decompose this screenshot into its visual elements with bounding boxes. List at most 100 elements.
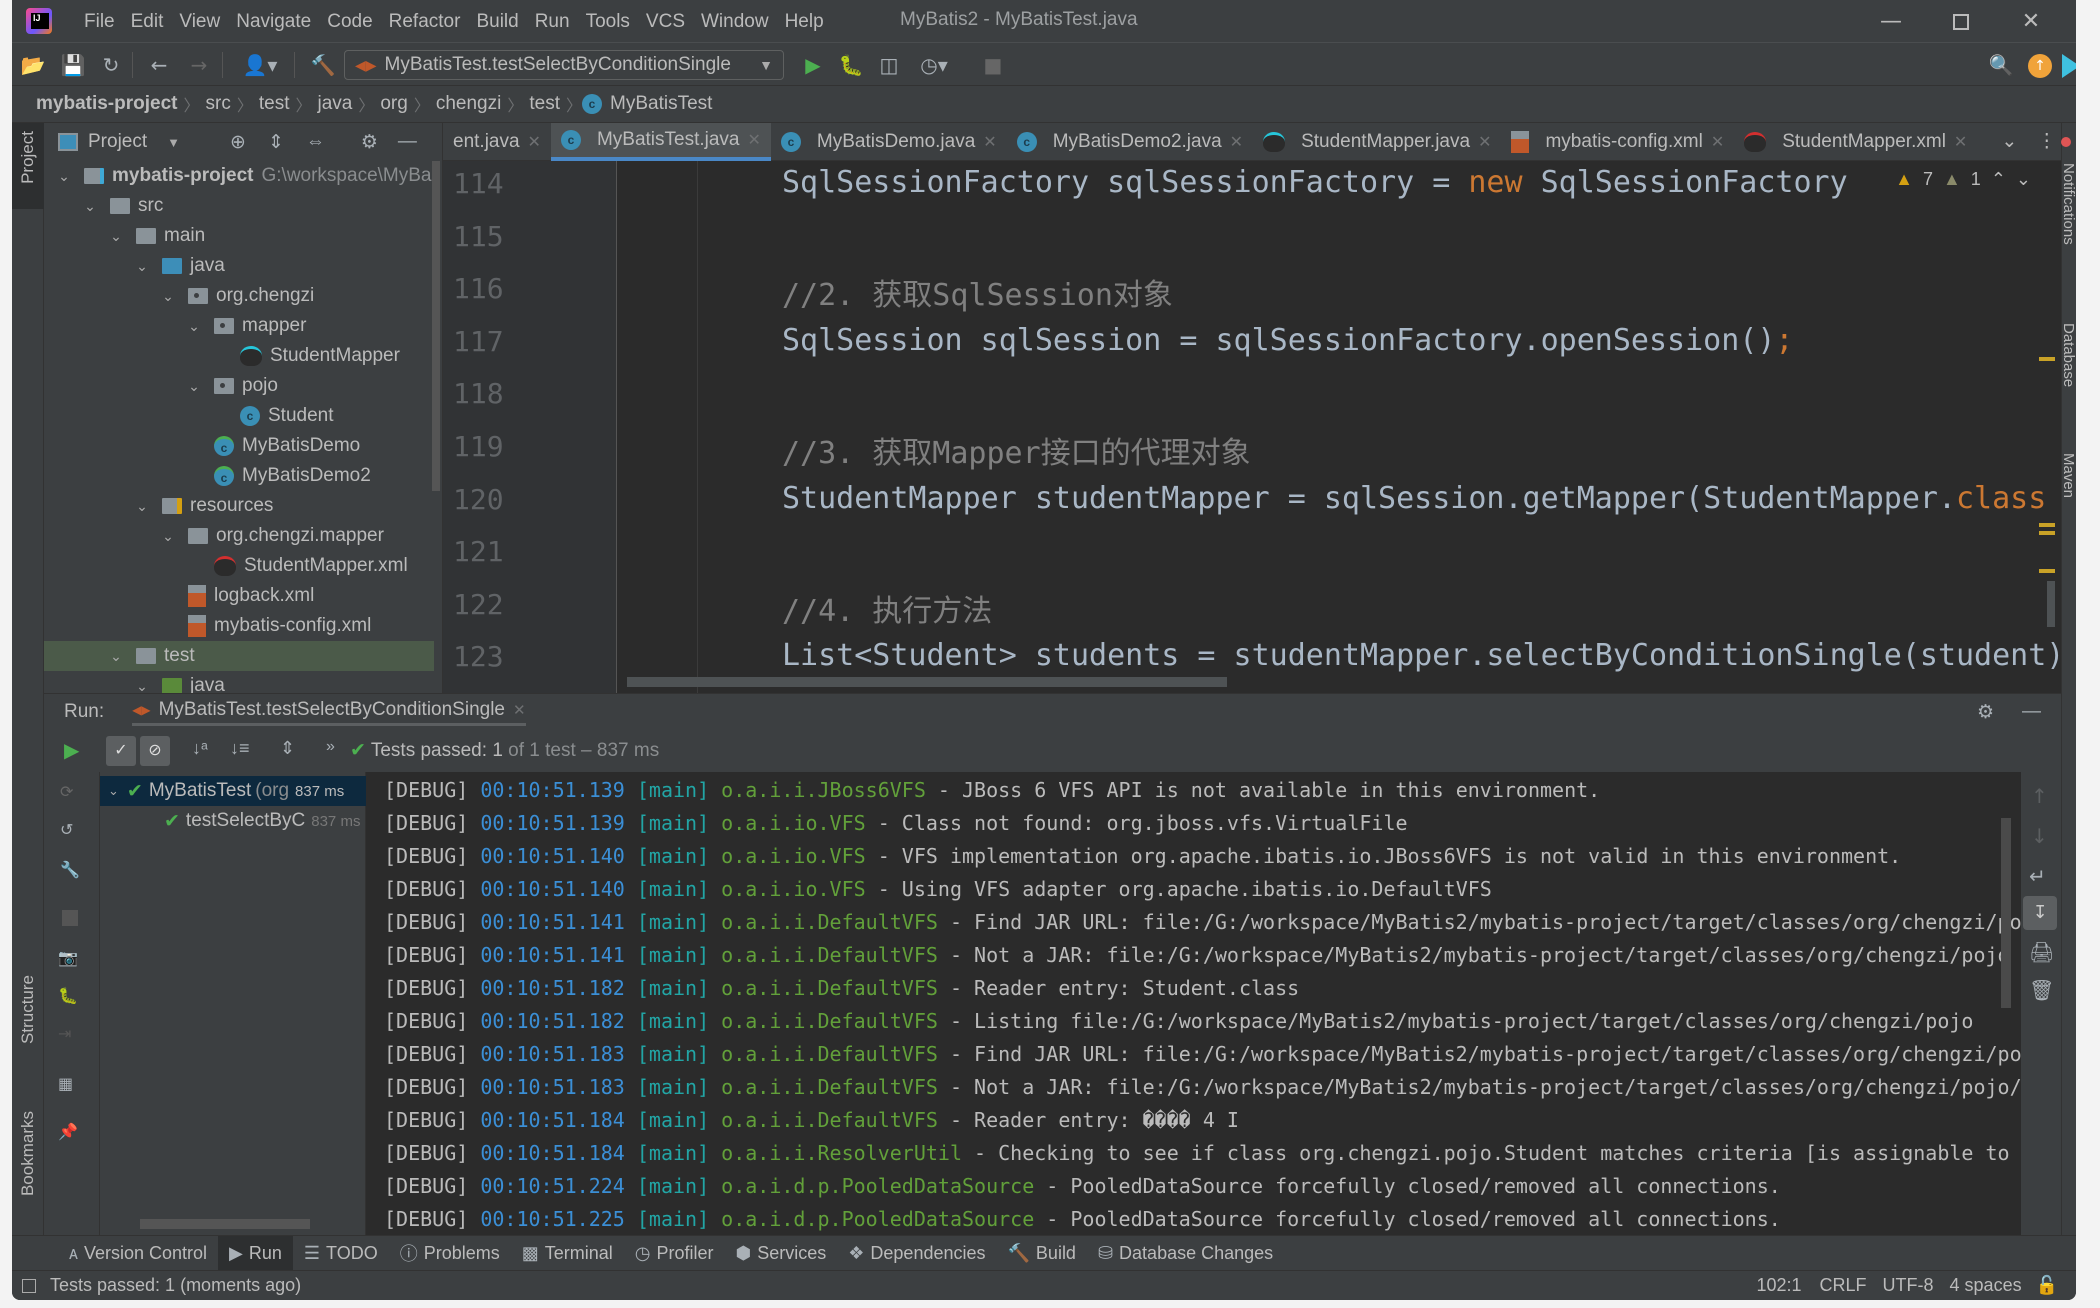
expand-all-icon[interactable]: ⇕: [280, 738, 295, 759]
tab-studentmapper-xml[interactable]: StudentMapper.xml ✕: [1734, 123, 1977, 161]
caret-position[interactable]: 102:1: [1756, 1275, 1801, 1296]
tool-services[interactable]: ⬢ Services: [725, 1236, 838, 1271]
tool-windows-toggle-icon[interactable]: [22, 1278, 36, 1293]
close-tab-icon[interactable]: ✕: [513, 701, 526, 719]
down-arrow-icon[interactable]: ↓: [2031, 824, 2048, 848]
breadcrumb-item[interactable]: test: [253, 93, 296, 115]
sync-icon[interactable]: ↻: [98, 52, 124, 78]
menu-run[interactable]: Run: [527, 11, 578, 33]
stripe-database-button[interactable]: Database: [2060, 323, 2076, 387]
project-scrollbar[interactable]: [432, 161, 440, 491]
console-output[interactable]: [DEBUG] 00:10:51.139 [main] o.a.i.i.JBos…: [366, 772, 2021, 1235]
coverage-icon[interactable]: ◫: [876, 52, 902, 78]
chevron-down-icon[interactable]: ⌄: [134, 678, 150, 694]
status-message[interactable]: Tests passed: 1 (moments ago): [50, 1275, 301, 1296]
close-tab-icon[interactable]: ✕: [1230, 132, 1243, 152]
chevron-down-icon[interactable]: ⌄: [108, 228, 124, 245]
chevron-down-icon[interactable]: ⌄: [108, 783, 119, 799]
tree-item[interactable]: logback.xml: [44, 581, 434, 611]
close-tab-icon[interactable]: ✕: [528, 132, 541, 152]
tree-item[interactable]: ⌄ org.chengzi.mapper: [44, 521, 434, 551]
gear-icon[interactable]: ⚙: [1977, 701, 1994, 724]
back-icon[interactable]: ←: [146, 52, 172, 78]
breadcrumb-item[interactable]: src: [200, 93, 237, 115]
chevron-down-icon[interactable]: ▼: [167, 135, 180, 150]
project-view-select[interactable]: Project: [88, 131, 147, 153]
tool-build[interactable]: 🔨 Build: [997, 1236, 1087, 1271]
menu-file[interactable]: File: [76, 11, 123, 33]
sort-alphabetically-icon[interactable]: ↓ᵃ: [192, 738, 208, 759]
close-tab-icon[interactable]: ✕: [1478, 132, 1491, 152]
close-tab-icon[interactable]: ✕: [1711, 132, 1724, 152]
rerun-failed-icon[interactable]: ⟳: [60, 782, 73, 801]
up-arrow-icon[interactable]: ↑: [2031, 784, 2048, 808]
chevron-down-icon[interactable]: ⌄: [108, 648, 124, 665]
breadcrumb-item[interactable]: chengzi: [430, 93, 508, 115]
breadcrumb-item[interactable]: MyBatisTest: [610, 93, 712, 115]
debug-icon[interactable]: 🐛: [838, 52, 864, 78]
tabs-overflow-button[interactable]: ⌄: [1991, 123, 2027, 161]
menu-code[interactable]: Code: [319, 11, 380, 33]
breadcrumb-item[interactable]: test: [523, 93, 566, 115]
more-actions-icon[interactable]: »: [326, 738, 335, 756]
test-tree-scrollbar[interactable]: [140, 1219, 310, 1229]
tool-version-control[interactable]: ᴀ Version Control: [58, 1236, 218, 1271]
tree-item[interactable]: ⌄ java: [44, 671, 434, 693]
tree-item[interactable]: ⌄ mapper: [44, 311, 434, 341]
camera-icon[interactable]: 📷: [58, 948, 78, 967]
chevron-down-icon[interactable]: ⌄: [82, 198, 98, 215]
save-icon[interactable]: 💾: [60, 52, 86, 78]
menu-build[interactable]: Build: [468, 11, 526, 33]
close-tab-icon[interactable]: ✕: [983, 132, 996, 152]
code-editor[interactable]: SqlSessionFactory sqlSessionFactory = ne…: [617, 161, 2061, 693]
next-highlight-icon[interactable]: ⌄: [2016, 169, 2031, 190]
chevron-down-icon[interactable]: ⌄: [160, 288, 176, 305]
breadcrumb-item[interactable]: java: [311, 93, 358, 115]
tree-item[interactable]: ⌄ mybatis-project G:\workspace\MyBa: [44, 161, 434, 191]
warning-marker[interactable]: [2039, 569, 2055, 573]
build-hammer-icon[interactable]: 🔨: [310, 52, 336, 78]
stripe-structure-button[interactable]: Structure: [18, 975, 38, 1044]
menu-tools[interactable]: Tools: [578, 11, 638, 33]
chevron-down-icon[interactable]: ⌄: [56, 168, 72, 185]
tree-item[interactable]: c MyBatisDemo: [44, 431, 434, 461]
maximize-button[interactable]: [1926, 0, 1996, 43]
scroll-to-end-toggle[interactable]: ↧: [2023, 896, 2057, 930]
indent-setting[interactable]: 4 spaces: [1950, 1275, 2022, 1296]
breadcrumb-item[interactable]: mybatis-project: [30, 93, 183, 115]
menu-edit[interactable]: Edit: [123, 11, 172, 33]
forward-icon[interactable]: →: [186, 52, 212, 78]
import-icon[interactable]: ⇥: [58, 1024, 71, 1043]
print-icon[interactable]: 🖨: [2029, 940, 2054, 964]
tree-item[interactable]: ⌄ resources: [44, 491, 434, 521]
tree-item[interactable]: ⌄ main: [44, 221, 434, 251]
tab-studentmapper-java[interactable]: StudentMapper.java ✕: [1253, 123, 1501, 161]
tool-database-changes[interactable]: ⛁ Database Changes: [1087, 1236, 1284, 1271]
tree-item[interactable]: mybatis-config.xml: [44, 611, 434, 641]
file-encoding[interactable]: UTF-8: [1883, 1275, 1934, 1296]
chevron-down-icon[interactable]: ⌄: [160, 528, 176, 545]
expand-all-icon[interactable]: ⇕: [268, 131, 284, 154]
tree-item[interactable]: ⌄ test: [44, 641, 434, 671]
run-icon[interactable]: ▶: [800, 52, 826, 78]
warning-marker[interactable]: [2039, 357, 2055, 361]
tool-profiler[interactable]: ◷ Profiler: [624, 1236, 725, 1271]
editor-vertical-scrollbar[interactable]: [2047, 581, 2055, 627]
stop-icon[interactable]: ■: [980, 52, 1006, 78]
update-icon[interactable]: ↑: [2028, 54, 2052, 78]
breadcrumb-item[interactable]: org: [374, 93, 413, 115]
tree-item[interactable]: ⌄ pojo: [44, 371, 434, 401]
sort-by-duration-icon[interactable]: ↓≡: [230, 738, 250, 759]
stripe-notifications-button[interactable]: Notifications: [2060, 163, 2076, 245]
chevron-down-icon[interactable]: ⌄: [134, 258, 150, 275]
tool-todo[interactable]: ☰ TODO: [293, 1236, 389, 1271]
menu-help[interactable]: Help: [777, 11, 832, 33]
warning-marker[interactable]: [2039, 531, 2055, 535]
code-with-me-icon[interactable]: [2062, 54, 2076, 78]
tab-mybatistest-java[interactable]: c MyBatisTest.java ✕: [550, 122, 771, 161]
toggle-auto-test-icon[interactable]: ↺: [60, 820, 73, 839]
tab-mybatisdemo2-java[interactable]: c MyBatisDemo2.java ✕: [1007, 123, 1253, 161]
tab-mybatisdemo-java[interactable]: c MyBatisDemo.java ✕: [771, 123, 1007, 161]
stripe-maven-button[interactable]: Maven: [2060, 453, 2076, 498]
collapse-all-icon[interactable]: ⇔: [306, 131, 325, 153]
